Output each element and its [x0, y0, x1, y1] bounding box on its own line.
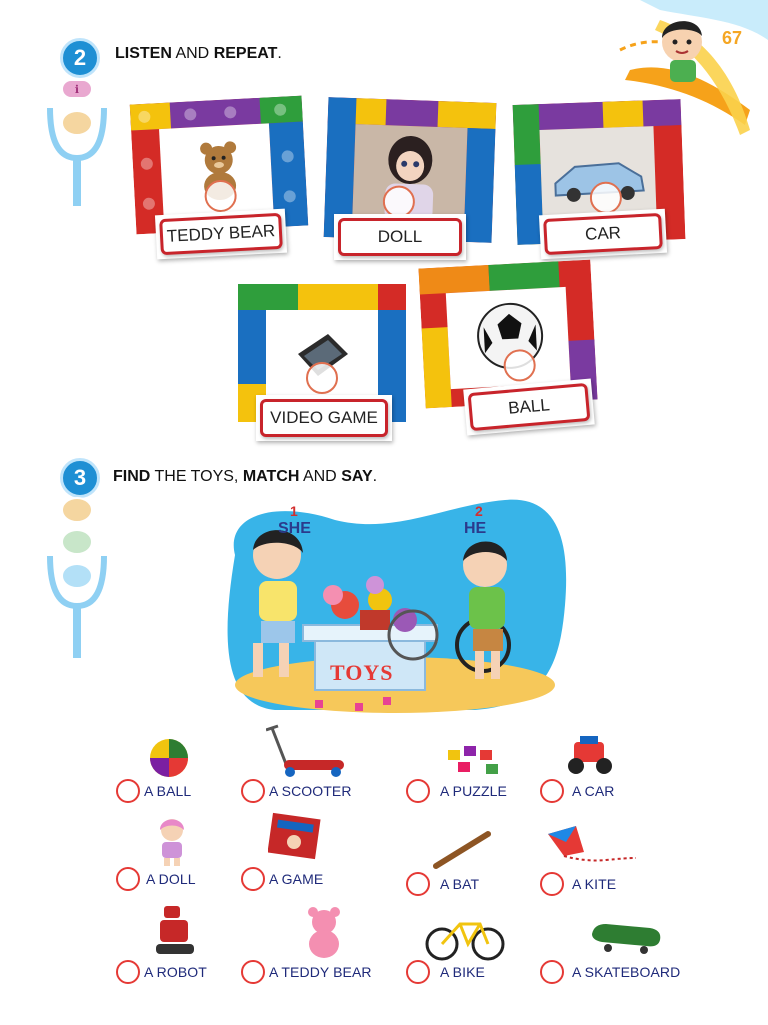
kite-icon: [548, 826, 637, 862]
heading-word: REPEAT: [213, 45, 278, 62]
answer-circle[interactable]: [241, 960, 265, 984]
speaker-icon[interactable]: [306, 362, 338, 394]
toy-box-label: TOYS: [330, 660, 394, 685]
option-a-ball[interactable]: A BALL: [116, 779, 191, 803]
answer-circle[interactable]: [241, 867, 265, 891]
microphone-stand-decoration: [47, 497, 107, 658]
heading-word: LISTEN: [115, 45, 172, 62]
heading-word: FIND: [113, 468, 151, 485]
robot-icon: [156, 906, 194, 954]
card-label: TEDDY BEAR: [159, 212, 283, 256]
answer-circle[interactable]: [116, 867, 140, 891]
option-a-bat[interactable]: A BAT: [406, 872, 479, 896]
ball-icon: [150, 739, 188, 777]
answer-circle[interactable]: [540, 779, 564, 803]
option-label: A TEDDY BEAR: [269, 964, 372, 980]
teddy-bear-icon: [308, 907, 340, 958]
he-number: 2: [475, 503, 483, 519]
heading-word: .: [277, 45, 282, 62]
she-number: 1: [290, 503, 298, 519]
he-label: HE: [464, 520, 487, 537]
section-3-heading: FIND THE TOYS, MATCH AND SAY.: [113, 468, 377, 486]
option-a-scooter[interactable]: A SCOOTER: [241, 779, 352, 803]
toys-scene-illustration: [227, 499, 567, 713]
option-label: A KITE: [572, 876, 617, 892]
page-number: 67: [722, 28, 743, 48]
card-label: BALL: [467, 382, 591, 432]
label-card: CAR: [538, 208, 668, 260]
answer-circle[interactable]: [116, 960, 140, 984]
section-2-heading: LISTEN AND REPEAT.: [115, 45, 282, 63]
answer-circle[interactable]: [540, 872, 564, 896]
option-label: A GAME: [269, 871, 324, 887]
option-label: A SKATEBOARD: [572, 964, 681, 980]
answer-circle[interactable]: [116, 779, 140, 803]
label-card: TEDDY BEAR: [154, 208, 288, 260]
heading-word: THE TOYS,: [150, 468, 243, 485]
option-a-kite[interactable]: A KITE: [540, 872, 616, 896]
option-label: A ROBOT: [144, 964, 207, 980]
heading-word: MATCH: [242, 468, 300, 485]
bike-icon: [425, 922, 505, 961]
option-a-doll[interactable]: A DOLL: [116, 867, 196, 891]
answer-circle[interactable]: [406, 960, 430, 984]
doll-icon: [160, 819, 184, 866]
option-label: A BIKE: [440, 964, 485, 980]
heading-word: .: [372, 468, 378, 485]
heading-word: AND: [171, 45, 214, 62]
toy-car-icon: [568, 736, 612, 774]
card-label: CAR: [543, 212, 663, 256]
puzzle-icon: [448, 746, 498, 774]
section-3-badge: 3: [60, 458, 100, 498]
option-a-puzzle[interactable]: A PUZZLE: [406, 779, 507, 803]
svg-text:ℹ: ℹ: [75, 84, 79, 96]
skateboard-icon: [592, 924, 661, 954]
option-a-robot[interactable]: A ROBOT: [116, 960, 207, 984]
option-a-skateboard[interactable]: A SKATEBOARD: [540, 960, 680, 984]
option-a-game[interactable]: A GAME: [241, 867, 323, 891]
answer-circle[interactable]: [540, 960, 564, 984]
option-label: A BAT: [440, 876, 480, 892]
card-label: VIDEO GAME: [260, 399, 388, 437]
microphone-stand-decoration: ℹ: [47, 79, 107, 206]
scooter-icon: [266, 724, 344, 777]
heading-word: AND: [299, 468, 342, 485]
option-a-bike[interactable]: A BIKE: [406, 960, 485, 984]
option-a-teddy-bear[interactable]: A TEDDY BEAR: [241, 960, 372, 984]
label-card: BALL: [463, 378, 595, 436]
bat-icon: [433, 831, 491, 869]
heading-word: SAY: [341, 468, 373, 485]
card-label: DOLL: [338, 218, 462, 256]
she-label: SHE: [278, 520, 311, 537]
answer-circle[interactable]: [406, 872, 430, 896]
option-label: A SCOOTER: [269, 783, 352, 799]
option-label: A BALL: [144, 783, 192, 799]
option-label: A CAR: [572, 783, 615, 799]
option-label: A PUZZLE: [440, 783, 507, 799]
answer-circle[interactable]: [406, 779, 430, 803]
option-a-car[interactable]: A CAR: [540, 779, 615, 803]
section-2-badge: 2: [60, 38, 100, 78]
label-card: DOLL: [334, 214, 466, 260]
answer-circle[interactable]: [241, 779, 265, 803]
label-card: VIDEO GAME: [256, 395, 392, 441]
board-game-icon: [268, 812, 321, 860]
option-label: A DOLL: [146, 871, 196, 887]
